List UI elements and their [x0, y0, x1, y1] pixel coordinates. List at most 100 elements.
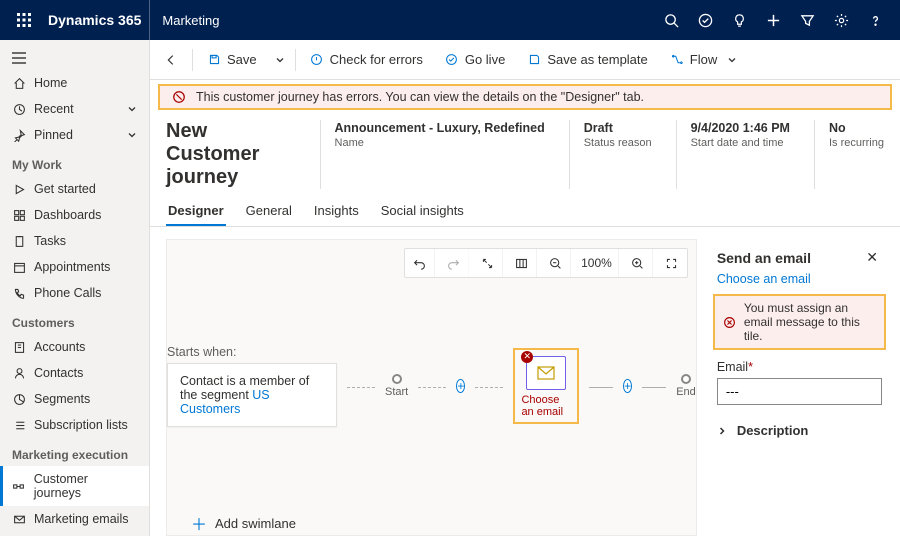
person-icon [12, 366, 26, 380]
mail-icon [537, 366, 555, 380]
header-start: 9/4/2020 1:46 PMStart date and time [676, 120, 790, 189]
close-icon[interactable]: ✕ [862, 245, 882, 270]
tab-general[interactable]: General [244, 197, 294, 226]
sidebar-label: Accounts [34, 340, 85, 354]
tile-error-badge: ✕ [521, 351, 533, 363]
plus-icon: ＋ [191, 511, 207, 535]
sidebar-label: Subscription lists [34, 418, 128, 432]
page-header: New Customer journey Announcement - Luxu… [150, 110, 900, 189]
clipboard-icon [12, 234, 26, 248]
sidebar-label: Customer journeys [34, 472, 137, 500]
description-section[interactable]: Description [713, 417, 886, 444]
header-recurring: NoIs recurring [814, 120, 884, 189]
add-swimlane-button[interactable]: ＋ Add swimlane [167, 491, 696, 535]
search-icon[interactable] [654, 0, 688, 40]
add-step-button[interactable]: + [456, 379, 465, 393]
add-icon[interactable] [756, 0, 790, 40]
error-icon [172, 90, 186, 104]
audience-text: Contact is a member of the segment [180, 374, 309, 402]
undo-button[interactable] [405, 249, 435, 277]
sidebar-item-subscription-lists[interactable]: Subscription lists [0, 412, 149, 438]
description-label: Description [737, 423, 809, 438]
tab-bar: Designer General Insights Social insight… [150, 189, 900, 227]
save-button[interactable]: Save [197, 40, 267, 80]
filter-icon[interactable] [790, 0, 824, 40]
fullscreen-button[interactable] [657, 249, 687, 277]
email-tile[interactable]: ✕ Choose an email [513, 348, 579, 424]
check-errors-button[interactable]: Check for errors [300, 40, 433, 80]
inspector-title: Send an email [717, 250, 811, 266]
sidebar-item-recent[interactable]: Recent [0, 96, 149, 122]
lightbulb-icon[interactable] [722, 0, 756, 40]
cmd-label: Save as template [547, 52, 647, 67]
sidebar-item-contacts[interactable]: Contacts [0, 360, 149, 386]
inspector-error-text: You must assign an email message to this… [744, 301, 876, 343]
area-label[interactable]: Marketing [149, 0, 231, 40]
clock-icon [12, 102, 26, 116]
map-button[interactable] [507, 249, 537, 277]
sidebar-label: Dashboards [34, 208, 101, 222]
help-icon[interactable] [858, 0, 892, 40]
fit-button[interactable] [473, 249, 503, 277]
sidebar-item-pinned[interactable]: Pinned [0, 122, 149, 148]
header-status: DraftStatus reason [569, 120, 652, 189]
sidebar-item-tasks[interactable]: Tasks [0, 228, 149, 254]
flow-button[interactable]: Flow [660, 40, 747, 80]
add-step-button[interactable]: + [623, 379, 632, 393]
sidebar-label: Segments [34, 392, 90, 406]
sidebar-item-customer-journeys[interactable]: Customer journeys [0, 466, 149, 506]
save-icon [207, 53, 221, 67]
zoom-in-button[interactable] [623, 249, 653, 277]
sidebar-item-dashboards[interactable]: Dashboards [0, 202, 149, 228]
sidebar-group-customers: Customers [0, 306, 149, 334]
back-button[interactable] [154, 40, 188, 80]
sidebar-label: Contacts [34, 366, 83, 380]
chevron-right-icon [717, 426, 727, 436]
go-live-button[interactable]: Go live [435, 40, 515, 80]
inspector-error-banner: You must assign an email message to this… [713, 294, 886, 350]
chevron-down-icon [127, 104, 137, 114]
choose-email-link[interactable]: Choose an email [713, 270, 886, 288]
tab-designer[interactable]: Designer [166, 197, 226, 226]
gear-icon[interactable] [824, 0, 858, 40]
designer-canvas[interactable]: 100% Starts when: Contact is a member of… [166, 239, 697, 536]
sidebar-label: Marketing emails [34, 512, 128, 526]
save-template-button[interactable]: Save as template [517, 40, 657, 80]
sidebar-label: Tasks [34, 234, 66, 248]
tab-insights[interactable]: Insights [312, 197, 361, 226]
sidebar-group-marketing-exec: Marketing execution [0, 438, 149, 466]
workspace: 100% Starts when: Contact is a member of… [150, 227, 900, 536]
task-icon[interactable] [688, 0, 722, 40]
journey-icon [12, 479, 26, 493]
sidebar-item-appointments[interactable]: Appointments [0, 254, 149, 280]
sidebar-label: Recent [34, 102, 74, 116]
sidebar-label: Phone Calls [34, 286, 101, 300]
audience-tile[interactable]: Contact is a member of the segment US Cu… [167, 363, 337, 427]
sidebar-item-phonecalls[interactable]: Phone Calls [0, 280, 149, 306]
zoom-out-button[interactable] [541, 249, 571, 277]
list-icon [12, 418, 26, 432]
phone-icon [12, 286, 26, 300]
sidebar-item-getstarted[interactable]: Get started [0, 176, 149, 202]
email-field[interactable] [717, 378, 882, 405]
save-dropdown[interactable] [269, 40, 291, 80]
tab-social-insights[interactable]: Social insights [379, 197, 466, 226]
sidebar-toggle-icon[interactable] [0, 46, 149, 70]
zoom-level[interactable]: 100% [575, 249, 619, 277]
sidebar-label: Home [34, 76, 67, 90]
dashboard-icon [12, 208, 26, 222]
app-launcher-icon[interactable] [8, 0, 40, 40]
sidebar-item-accounts[interactable]: Accounts [0, 334, 149, 360]
sidebar-item-marketing-emails[interactable]: Marketing emails [0, 506, 149, 532]
calendar-icon [12, 260, 26, 274]
play-icon [12, 182, 26, 196]
cmd-label: Save [227, 52, 257, 67]
chevron-down-icon [127, 130, 137, 140]
sidebar-item-segments[interactable]: Segments [0, 386, 149, 412]
sidebar-item-home[interactable]: Home [0, 70, 149, 96]
inspector-panel: Send an email ✕ Choose an email You must… [709, 239, 890, 536]
sidebar-label: Pinned [34, 128, 73, 142]
template-icon [527, 53, 541, 67]
redo-button[interactable] [439, 249, 469, 277]
sidebar-item-social-posts[interactable]: Social posts [0, 532, 149, 536]
